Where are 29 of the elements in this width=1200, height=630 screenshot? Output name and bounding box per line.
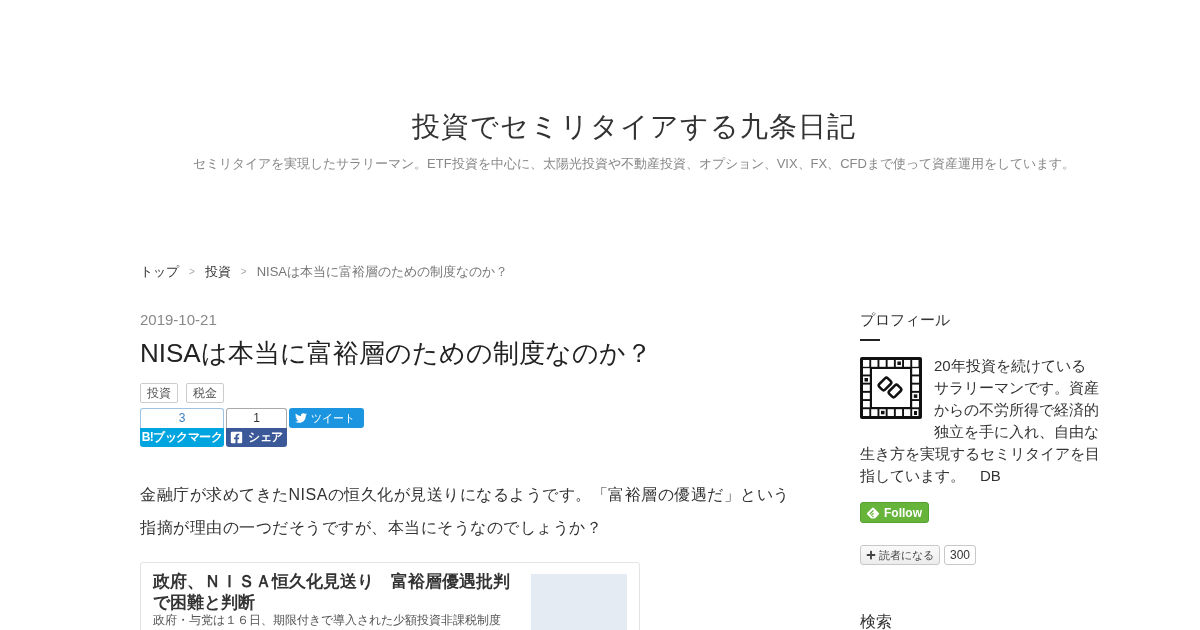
bookmark-count: 3 (140, 408, 224, 428)
category-tag[interactable]: 税金 (186, 383, 224, 403)
breadcrumb-separator: > (240, 265, 247, 279)
profile-text: 20年投資を続けているサラリーマンです。資産からの不労所得で経済的独立を手に入れ、自由な (934, 356, 1100, 442)
post-date: 2019-10-21 (140, 310, 218, 330)
section-heading: 検索 (860, 612, 893, 630)
breadcrumb-link[interactable]: トップ (140, 262, 179, 282)
section-heading: プロフィール (860, 310, 951, 330)
embed-card[interactable]: 政府、ＮＩＳＡ恒久化見送り 富裕層優遇批判で困難と判断 政府・与党は１６日、期限付きで導入された少額投資非課税制度 (140, 562, 640, 630)
facebook-icon (230, 431, 244, 444)
bird-icon (295, 412, 307, 424)
article-title[interactable]: NISAは本当に富裕層のための制度なのか？ (140, 335, 800, 371)
blog-title[interactable]: 投資でセミリタイアする九条日記 (412, 107, 856, 146)
subscriber-count: 300 (944, 545, 977, 565)
share-button[interactable]: シェア (226, 428, 287, 447)
blog-description: セミリタイアを実現したサラリーマン。ETF投資を中心に、太陽光投資や不動産投資、オプション、VIX、FX、CFDまで使って資産運用をしています。 (193, 155, 1075, 173)
embed-title[interactable]: 政府、ＮＩＳＡ恒久化見送り 富裕層優遇批判で困難と判断 (153, 571, 525, 613)
feed-icon (867, 506, 879, 519)
subscribe-button[interactable]: 読者になる (860, 545, 940, 565)
breadcrumb-separator: > (189, 265, 195, 279)
breadcrumb-link[interactable]: 投資 (204, 262, 231, 282)
breadcrumb-current: NISAは本当に富裕層のための制度なのか？ (256, 263, 509, 281)
share-count: 1 (226, 408, 287, 428)
plus-icon (866, 550, 876, 560)
profile-text: 生き方を実現するセミリタイアを目指しています。 DB (860, 444, 1100, 486)
board-game-icon (860, 357, 922, 419)
body-paragraph: 金融庁が求めてきたNISAの恒久化が見送りになるようです。「富裕層の優遇だ」という指摘が理由の一つだそうですが、本当にそうなのでしょうか？ (140, 485, 791, 538)
embed-description: 政府・与党は１６日、期限付きで導入された少額投資非課税制度 (153, 613, 502, 627)
category-tag[interactable]: 投資 (140, 383, 178, 403)
